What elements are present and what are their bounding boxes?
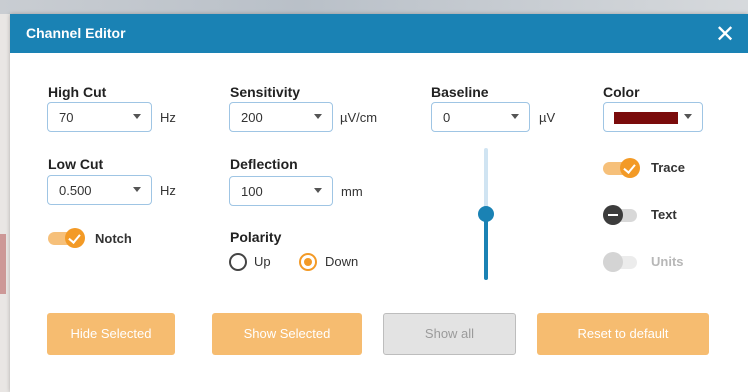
color-label: Color — [603, 84, 640, 100]
chevron-down-icon — [133, 187, 141, 192]
text-toggle[interactable] — [603, 205, 641, 225]
deflection-unit: mm — [341, 184, 363, 199]
chevron-down-icon — [314, 114, 322, 119]
color-select[interactable] — [603, 102, 703, 132]
trace-toggle[interactable] — [603, 158, 641, 178]
polarity-up-radio[interactable] — [229, 253, 247, 271]
sensitivity-label: Sensitivity — [230, 84, 301, 100]
notch-label: Notch — [95, 231, 132, 246]
show-selected-button[interactable]: Show Selected — [212, 313, 362, 355]
deflection-label: Deflection — [230, 156, 298, 172]
text-label: Text — [651, 207, 677, 222]
sensitivity-select[interactable]: 200 — [229, 102, 333, 132]
check-icon — [620, 158, 640, 178]
chevron-down-icon — [511, 114, 519, 119]
baseline-slider-thumb[interactable] — [478, 206, 494, 222]
polarity-down-label: Down — [325, 254, 359, 269]
dialog-title-bar: Channel Editor ✕ — [10, 14, 748, 53]
polarity-down-radio[interactable] — [299, 253, 317, 271]
close-icon[interactable]: ✕ — [713, 22, 737, 46]
chevron-down-icon — [133, 114, 141, 119]
high-cut-unit: Hz — [160, 110, 176, 125]
deflection-select[interactable]: 100 — [229, 176, 333, 206]
reset-to-default-button[interactable]: Reset to default — [537, 313, 709, 355]
background-window-strip — [0, 0, 748, 14]
chevron-down-icon — [314, 188, 322, 193]
show-all-button[interactable]: Show all — [383, 313, 516, 355]
trace-label: Trace — [651, 160, 685, 175]
units-toggle — [603, 252, 641, 272]
sensitivity-value: 200 — [241, 110, 263, 125]
low-cut-label: Low Cut — [48, 156, 104, 172]
chevron-down-icon — [684, 114, 692, 119]
baseline-label: Baseline — [431, 84, 489, 100]
polarity-label: Polarity — [230, 229, 282, 245]
notch-toggle[interactable] — [48, 228, 86, 248]
check-icon — [65, 228, 85, 248]
low-cut-value: 0.500 — [59, 183, 92, 198]
background-window-edge — [0, 14, 10, 392]
high-cut-select[interactable]: 70 — [47, 102, 152, 132]
hide-selected-button[interactable]: Hide Selected — [47, 313, 175, 355]
sensitivity-unit: µV/cm — [340, 110, 378, 125]
baseline-value: 0 — [443, 110, 451, 125]
polarity-up-label: Up — [254, 254, 271, 269]
baseline-unit: µV — [539, 110, 556, 125]
minus-icon — [603, 205, 623, 225]
dialog-title: Channel Editor — [26, 25, 126, 41]
toggle-knob — [603, 252, 623, 272]
low-cut-unit: Hz — [160, 183, 176, 198]
units-label: Units — [651, 254, 684, 269]
deflection-value: 100 — [241, 184, 263, 199]
high-cut-label: High Cut — [48, 84, 107, 100]
baseline-select[interactable]: 0 — [431, 102, 530, 132]
color-swatch — [614, 112, 678, 124]
low-cut-select[interactable]: 0.500 — [47, 175, 152, 205]
baseline-slider-fill — [484, 214, 488, 280]
channel-editor-dialog: Channel Editor ✕ High Cut 70 Hz Low Cut … — [10, 14, 748, 392]
high-cut-value: 70 — [59, 110, 74, 125]
